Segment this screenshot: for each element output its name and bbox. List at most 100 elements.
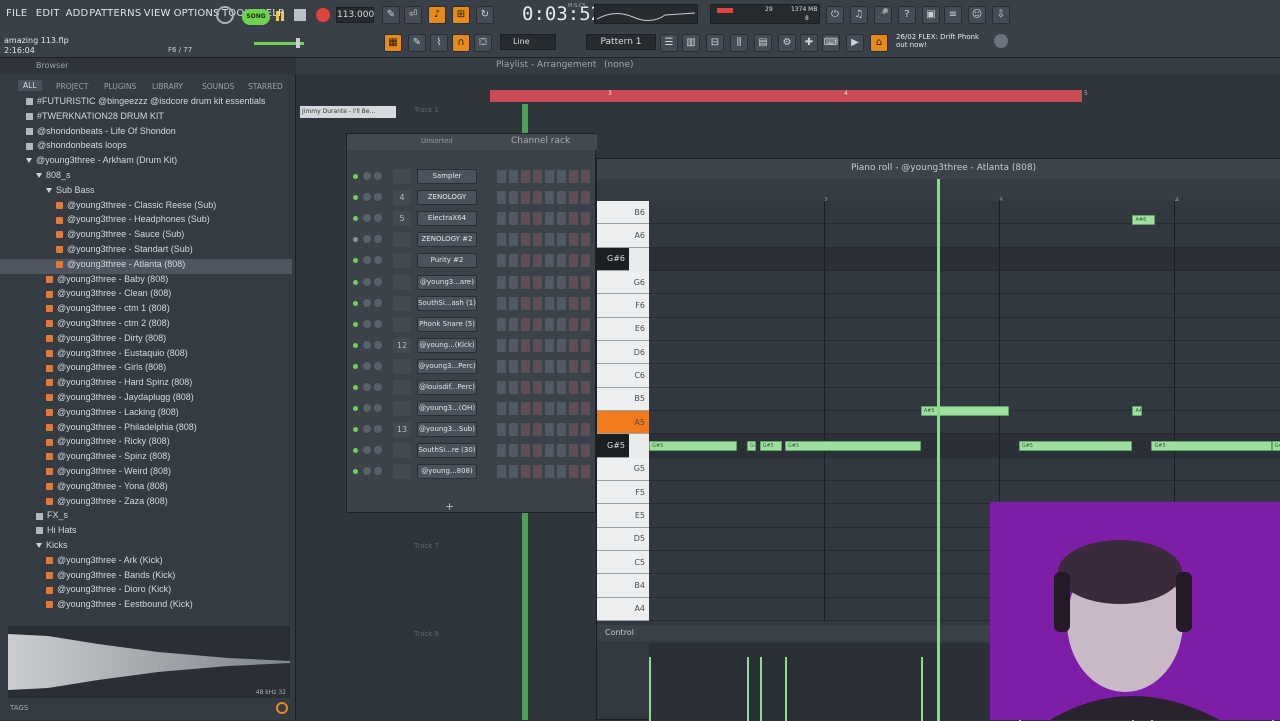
- sample-item[interactable]: @young3three - Classic Reese (Sub): [0, 200, 292, 215]
- browser-tab-starred[interactable]: STARRED: [248, 82, 283, 91]
- brush-tool-icon[interactable]: ⌇: [430, 34, 448, 52]
- volume-knob[interactable]: [374, 404, 382, 413]
- note[interactable]: A#6: [1132, 214, 1155, 225]
- mixer-track-number[interactable]: [393, 380, 411, 395]
- step-button[interactable]: [545, 338, 554, 352]
- step-button[interactable]: [569, 465, 578, 479]
- volume-knob[interactable]: [374, 235, 382, 244]
- master-volume-handle[interactable]: [296, 38, 300, 48]
- step-button[interactable]: [557, 233, 566, 247]
- step-button[interactable]: [509, 402, 518, 416]
- group-filter[interactable]: Unsorted: [421, 137, 453, 145]
- search-icon[interactable]: [276, 702, 288, 714]
- step-button[interactable]: [521, 212, 530, 226]
- step-button[interactable]: [557, 212, 566, 226]
- channel-row[interactable]: SouthSi...ash (1): [347, 293, 597, 314]
- channel-name-button[interactable]: @young...808): [417, 464, 477, 480]
- step-button[interactable]: [557, 275, 566, 289]
- help-icon[interactable]: ?: [898, 6, 916, 24]
- step-button[interactable]: [545, 402, 554, 416]
- video-icon[interactable]: ▶: [846, 34, 864, 52]
- pan-knob[interactable]: [363, 277, 371, 286]
- pan-knob[interactable]: [363, 340, 371, 349]
- track-7-label[interactable]: Track 7: [414, 542, 439, 550]
- step-button[interactable]: [569, 275, 578, 289]
- step-button[interactable]: [533, 444, 542, 458]
- step-button[interactable]: [581, 296, 590, 310]
- step-button[interactable]: [497, 444, 506, 458]
- channel-name-button[interactable]: @louisdif...Perc): [417, 380, 477, 395]
- channel-row[interactable]: 5 ElectraX64: [347, 208, 597, 229]
- step-button[interactable]: [521, 233, 530, 247]
- save-icon[interactable]: ▣: [922, 6, 940, 24]
- typing-keyboard-icon[interactable]: ✎: [382, 6, 400, 24]
- step-button[interactable]: [581, 212, 590, 226]
- piano-key[interactable]: A6: [597, 224, 649, 248]
- step-button[interactable]: [569, 212, 578, 226]
- channel-name-button[interactable]: Phonk Snare (5): [417, 316, 477, 332]
- mixer-track-number[interactable]: [393, 169, 411, 184]
- news-panel[interactable]: 26/02 FLEX: Drift Phonk out now!: [896, 33, 986, 49]
- step-button[interactable]: [533, 296, 542, 310]
- volume-knob[interactable]: [374, 383, 382, 391]
- sample-item[interactable]: @young3three - Ark (Kick): [0, 555, 292, 570]
- note[interactable]: G#5: [746, 441, 757, 451]
- pattern-song-toggle[interactable]: SONG: [242, 9, 270, 25]
- step-button[interactable]: [569, 254, 578, 268]
- mixer-track-number[interactable]: [393, 232, 411, 248]
- step-button[interactable]: [509, 170, 518, 183]
- folder-item[interactable]: Hi Hats: [0, 525, 292, 540]
- mixer-track-number[interactable]: [393, 443, 411, 459]
- tempo-display[interactable]: 113.000: [336, 7, 374, 23]
- channel-name-button[interactable]: Purity #2: [417, 253, 477, 269]
- browser-window-icon[interactable]: ▤: [754, 34, 772, 52]
- channel-rack-icon[interactable]: ⊟: [706, 34, 724, 52]
- step-button[interactable]: [533, 317, 542, 331]
- step-button[interactable]: [497, 381, 506, 394]
- step-button[interactable]: [545, 359, 554, 373]
- step-button[interactable]: [509, 275, 518, 289]
- step-button[interactable]: [533, 381, 542, 394]
- pan-knob[interactable]: [363, 214, 371, 223]
- folder-item[interactable]: FX_s: [0, 510, 292, 525]
- pan-knob[interactable]: [363, 193, 371, 202]
- piano-key[interactable]: B4: [597, 574, 649, 598]
- volume-knob[interactable]: [374, 256, 382, 265]
- mic-icon[interactable]: 🎤: [874, 6, 892, 24]
- step-button[interactable]: [569, 359, 578, 373]
- channel-name-button[interactable]: ZENOLOGY #2: [417, 232, 477, 248]
- velocity-bar[interactable]: [920, 657, 923, 721]
- step-button[interactable]: [581, 465, 590, 479]
- pan-knob[interactable]: [363, 256, 371, 265]
- pan-knob[interactable]: [363, 425, 371, 434]
- volume-knob[interactable]: [374, 361, 382, 370]
- wait-input-icon[interactable]: ⏎: [404, 6, 422, 24]
- note[interactable]: G#5: [759, 441, 782, 451]
- step-button[interactable]: [509, 444, 518, 458]
- mixer-track-number[interactable]: [393, 295, 411, 311]
- pan-knob[interactable]: [363, 298, 371, 307]
- piano-key[interactable]: D6: [597, 341, 649, 365]
- step-button[interactable]: [545, 212, 554, 226]
- velocity-bar[interactable]: [784, 657, 787, 721]
- step-button[interactable]: [521, 296, 530, 310]
- step-button[interactable]: [581, 233, 590, 247]
- step-button[interactable]: [497, 275, 506, 289]
- folder-item[interactable]: @shondonbeats loops: [0, 140, 292, 155]
- browser-tab-all[interactable]: ALL: [18, 80, 42, 91]
- mixer-track-number[interactable]: 12: [393, 337, 411, 353]
- sample-item[interactable]: @young3three - Weird (808): [0, 466, 292, 481]
- loop-record-icon[interactable]: ↻: [476, 6, 494, 24]
- mute-led[interactable]: [353, 174, 358, 179]
- step-button[interactable]: [545, 465, 554, 479]
- menu-view[interactable]: VIEW: [144, 8, 171, 19]
- step-button[interactable]: [533, 402, 542, 416]
- pan-knob[interactable]: [363, 446, 371, 455]
- volume-knob[interactable]: [374, 214, 382, 223]
- step-button[interactable]: [557, 338, 566, 352]
- step-button[interactable]: [557, 423, 566, 437]
- piano-key[interactable]: D5: [597, 527, 649, 551]
- volume-knob[interactable]: [374, 340, 382, 349]
- step-button[interactable]: [521, 381, 530, 394]
- sample-item[interactable]: @young3three - Clean (808): [0, 288, 292, 303]
